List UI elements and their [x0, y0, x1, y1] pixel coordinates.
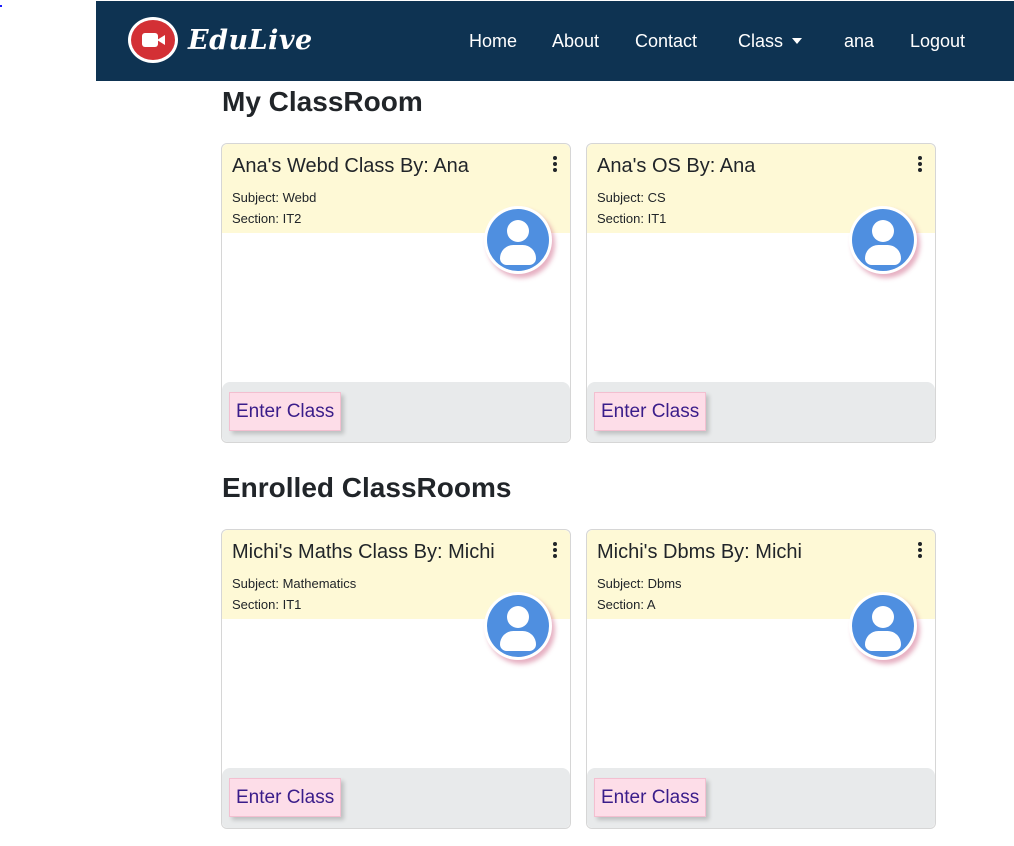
nav-logout[interactable]: Logout: [910, 31, 965, 52]
card-section: Section: IT1: [597, 211, 667, 226]
card-title: Ana's OS By: Ana: [597, 155, 756, 177]
avatar: [484, 592, 552, 660]
card-subject: Subject: CS: [597, 190, 666, 205]
enrolled-classrooms-heading: Enrolled ClassRooms: [222, 472, 512, 503]
nav-about[interactable]: About: [552, 31, 599, 52]
class-card: Michi's Maths Class By: Michi Subject: M…: [221, 529, 571, 829]
more-options-icon[interactable]: [552, 156, 558, 172]
enter-class-button[interactable]: Enter Class: [594, 778, 707, 817]
card-section: Section: IT1: [232, 597, 302, 612]
navbar: EduLive Home About Contact Class ana Log…: [96, 1, 1014, 81]
card-subject: Subject: Webd: [232, 190, 317, 205]
card-footer: Enter Class: [587, 382, 935, 442]
card-footer: Enter Class: [587, 768, 935, 828]
nav-class-dropdown[interactable]: Class: [738, 31, 803, 52]
card-footer: Enter Class: [222, 382, 570, 442]
nav-class-label: Class: [738, 31, 784, 51]
card-subject: Subject: Mathematics: [232, 576, 357, 591]
brand-link[interactable]: EduLive: [128, 17, 313, 63]
brand-name: EduLive: [188, 24, 313, 56]
avatar: [484, 206, 552, 274]
card-footer: Enter Class: [222, 768, 570, 828]
card-title: Michi's Dbms By: Michi: [597, 541, 802, 563]
more-options-icon[interactable]: [917, 156, 923, 172]
nav-user[interactable]: ana: [844, 31, 874, 52]
card-section: Section: A: [597, 597, 656, 612]
enter-class-button[interactable]: Enter Class: [594, 392, 707, 431]
enter-class-button[interactable]: Enter Class: [229, 778, 342, 817]
class-card: Ana's Webd Class By: Ana Subject: Webd S…: [221, 143, 571, 443]
user-avatar-icon: [852, 209, 914, 271]
user-avatar-icon: [487, 209, 549, 271]
class-card: Ana's OS By: Ana Subject: CS Section: IT…: [586, 143, 936, 443]
nav-contact[interactable]: Contact: [635, 31, 697, 52]
user-avatar-icon: [487, 595, 549, 657]
card-title: Ana's Webd Class By: Ana: [232, 155, 469, 177]
card-subject: Subject: Dbms: [597, 576, 682, 591]
more-options-icon[interactable]: [552, 542, 558, 558]
caret-down-icon: [792, 38, 803, 44]
avatar: [849, 206, 917, 274]
video-camera-icon: [128, 17, 178, 63]
user-avatar-icon: [852, 595, 914, 657]
class-card: Michi's Dbms By: Michi Subject: Dbms Sec…: [586, 529, 936, 829]
stray-dot: [0, 5, 2, 7]
my-classroom-heading: My ClassRoom: [222, 86, 423, 117]
avatar: [849, 592, 917, 660]
card-section: Section: IT2: [232, 211, 302, 226]
more-options-icon[interactable]: [917, 542, 923, 558]
card-title: Michi's Maths Class By: Michi: [232, 541, 495, 563]
nav-home[interactable]: Home: [469, 31, 517, 52]
enter-class-button[interactable]: Enter Class: [229, 392, 342, 431]
